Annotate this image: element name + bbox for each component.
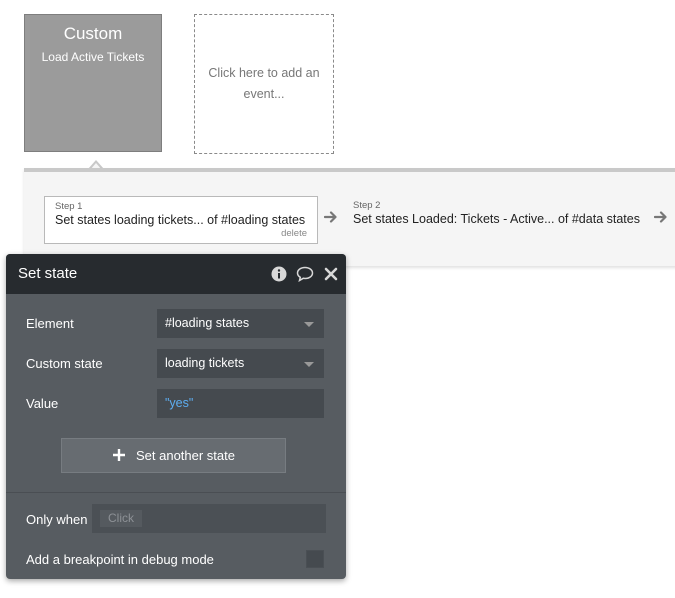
chevron-down-icon <box>304 362 314 367</box>
comment-icon[interactable] <box>296 265 314 283</box>
step-label: Step 2 <box>353 200 381 211</box>
panel-title: Set state <box>18 265 78 282</box>
chevron-down-icon <box>304 322 314 327</box>
only-when-placeholder[interactable]: Click <box>100 510 142 527</box>
custom-state-value: loading tickets <box>165 356 245 370</box>
step-1[interactable]: Step 1 Set states loading tickets... of … <box>44 196 318 244</box>
element-dropdown[interactable]: #loading states <box>157 309 324 338</box>
set-another-state-label: Set another state <box>135 448 235 463</box>
event-card-custom[interactable]: Custom Load Active Tickets <box>24 14 162 152</box>
value-label: Value <box>26 396 59 411</box>
panel-header-icons <box>270 265 340 283</box>
step-2[interactable]: Step 2 Set states Loaded: Tickets - Acti… <box>343 196 653 244</box>
set-state-panel: Set state Element #loading states Custom… <box>6 254 346 579</box>
panel-header: Set state <box>6 254 346 294</box>
step-title: Set states Loaded: Tickets - Active... o… <box>353 212 640 226</box>
step-label: Step 1 <box>55 201 83 212</box>
workflow-steps-bar: Step 1 Set states loading tickets... of … <box>24 168 675 266</box>
arrow-right-icon <box>653 210 668 229</box>
custom-state-dropdown[interactable]: loading tickets <box>157 349 324 378</box>
event-type: Custom <box>63 24 123 43</box>
element-label: Element <box>26 316 74 331</box>
plus-icon <box>112 447 126 465</box>
only-when-label: Only when <box>26 512 88 527</box>
breakpoint-label: Add a breakpoint in debug mode <box>26 552 214 567</box>
event-name: Load Active Tickets <box>41 50 145 64</box>
step-delete-link[interactable]: delete <box>281 228 307 239</box>
set-another-state-button[interactable]: Set another state <box>61 438 286 473</box>
info-icon[interactable] <box>270 265 288 283</box>
add-event-text: Click here to add an event... <box>208 66 320 101</box>
custom-state-label: Custom state <box>26 356 103 371</box>
close-icon[interactable] <box>322 265 340 283</box>
value-input[interactable]: "yes" <box>157 389 324 418</box>
breakpoint-checkbox[interactable] <box>306 550 324 568</box>
value-text: "yes" <box>165 396 194 410</box>
element-value: #loading states <box>165 316 250 330</box>
only-when-condition-field[interactable]: Click <box>92 504 326 533</box>
add-event-button[interactable]: Click here to add an event... <box>194 14 334 154</box>
step-title: Set states loading tickets... of #loadin… <box>55 213 306 227</box>
arrow-right-icon <box>323 210 338 229</box>
panel-divider <box>6 492 346 493</box>
